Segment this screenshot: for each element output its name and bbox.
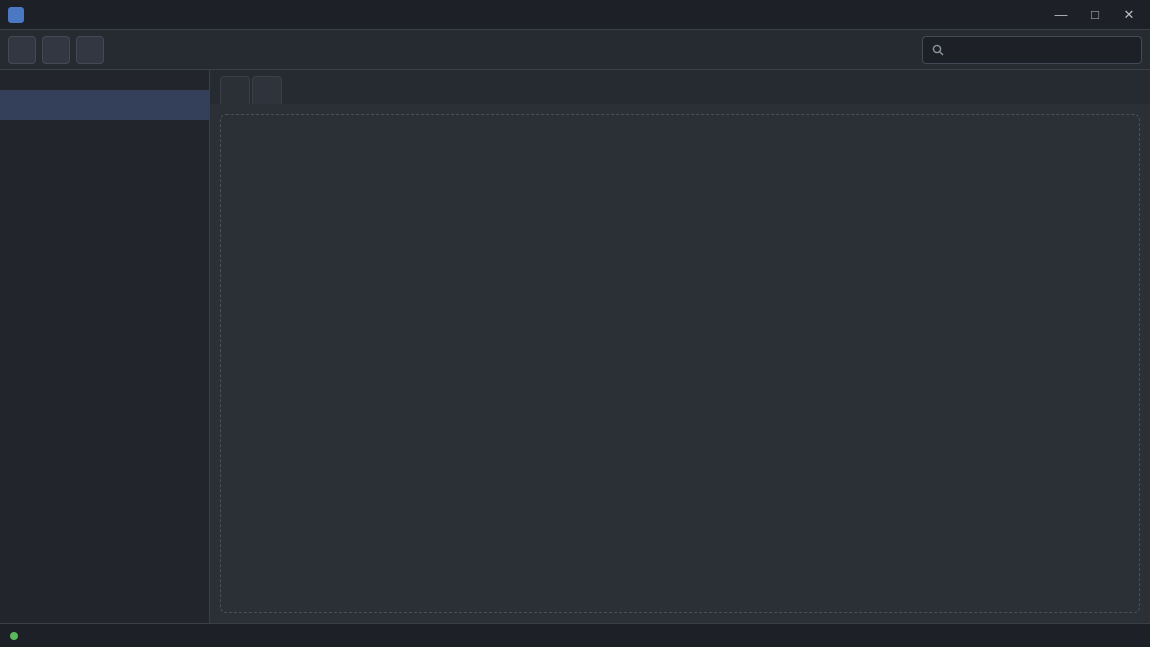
maximize-button[interactable]: □ [1082, 4, 1108, 26]
sidebar-item-4[interactable] [0, 180, 209, 210]
tab-2[interactable] [252, 76, 282, 104]
status-bar [0, 623, 1150, 647]
toolbar-button-2[interactable] [42, 35, 70, 64]
sidebar [0, 70, 210, 623]
search-box[interactable] [922, 35, 1142, 64]
toolbar-button-1[interactable] [8, 35, 36, 64]
body [0, 70, 1150, 623]
toolbar [0, 30, 1150, 70]
tab-bar [210, 70, 1150, 104]
content-panel [220, 114, 1140, 613]
tab-1[interactable] [220, 76, 250, 104]
sidebar-heading [0, 78, 209, 90]
status-dot-icon [10, 631, 18, 640]
sidebar-item-1[interactable] [0, 90, 209, 120]
app-icon [8, 6, 24, 23]
toolbar-button-3[interactable] [76, 35, 104, 64]
maximize-icon: □ [1091, 7, 1099, 22]
close-icon: ✕ [1123, 6, 1135, 22]
title-bar: — □ ✕ [0, 0, 1150, 30]
main-area [210, 70, 1150, 623]
minimize-icon: — [1054, 7, 1068, 22]
search-icon [931, 43, 945, 57]
application-window: — □ ✕ [0, 0, 1150, 647]
close-button[interactable]: ✕ [1116, 4, 1142, 26]
minimize-button[interactable]: — [1048, 4, 1074, 26]
search-input[interactable] [951, 42, 1133, 57]
sidebar-item-3[interactable] [0, 150, 209, 180]
sidebar-item-2[interactable] [0, 120, 209, 150]
